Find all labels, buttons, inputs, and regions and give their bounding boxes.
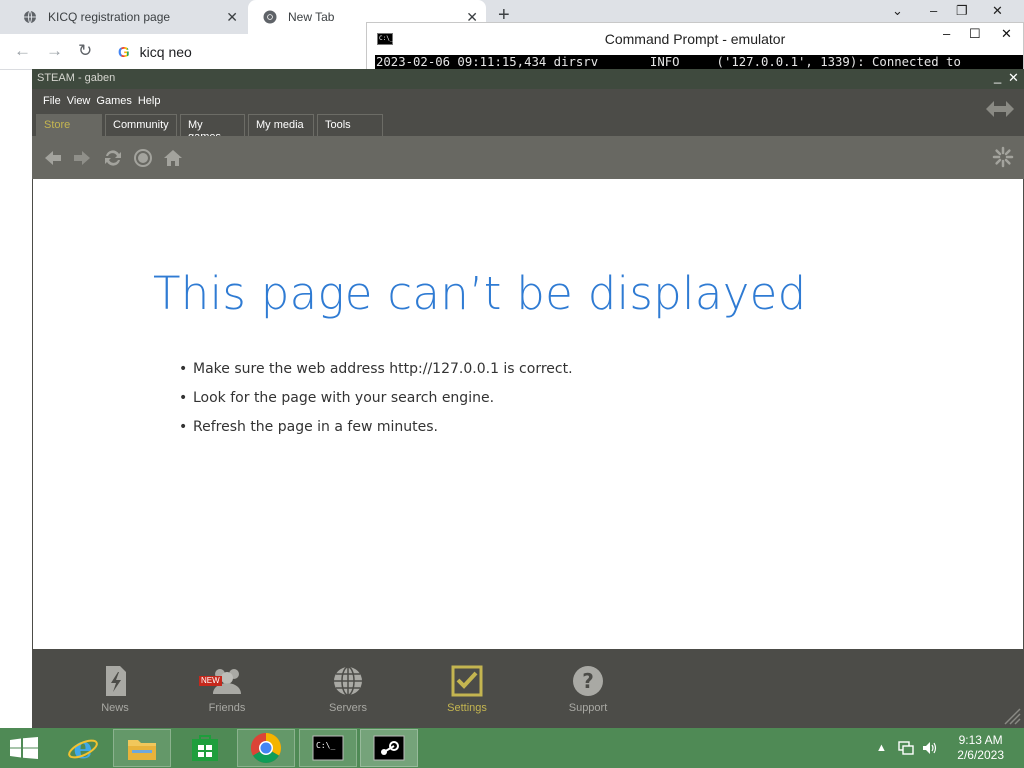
loading-spinner-icon [992, 146, 1014, 168]
minimize-icon[interactable]: – [930, 3, 937, 18]
chrome-icon [250, 733, 282, 764]
minimize-icon[interactable]: _ [994, 69, 1001, 84]
globe-icon [334, 666, 362, 696]
new-badge: NEW [199, 676, 222, 686]
command-prompt-window[interactable]: C:\_ Command Prompt - emulator – ☐ ✕ 202… [366, 22, 1024, 70]
chrome-icon [262, 9, 278, 25]
svg-text:e: e [73, 732, 92, 764]
windows-start-icon[interactable] [10, 737, 38, 759]
menu-file[interactable]: File [43, 95, 61, 107]
help-icon: ? [573, 666, 603, 696]
tab-label: New Tab [288, 10, 335, 24]
system-clock[interactable]: 9:13 AM 2/6/2023 [957, 733, 1004, 763]
steam-window: STEAM - gaben _ ✕ File View Games Help S… [32, 69, 1024, 728]
restore-icon[interactable]: ❐ [956, 3, 968, 19]
google-icon: G [118, 43, 130, 61]
minimize-icon[interactable]: – [943, 26, 950, 41]
nav-settings[interactable]: Settings [427, 664, 507, 714]
checkbox-icon [451, 665, 483, 697]
svg-text:?: ? [582, 669, 594, 693]
show-hidden-icons[interactable]: ▲ [876, 728, 887, 768]
steam-taskbar-button[interactable] [360, 729, 418, 767]
refresh-icon[interactable] [103, 148, 123, 168]
suggestion-item: • Look for the page with your search engi… [179, 390, 495, 406]
steam-title: STEAM - gaben [37, 72, 116, 84]
steam-icon [373, 735, 405, 761]
cmd-title: Command Prompt - emulator [604, 31, 786, 47]
tab-store[interactable]: Store [36, 114, 102, 136]
folder-icon [128, 740, 156, 760]
steam-menubar: File View Games Help [32, 89, 1024, 113]
close-icon[interactable]: ✕ [1008, 70, 1019, 86]
address-bar[interactable]: G kicq neo [108, 38, 408, 66]
browser-nav-bar [32, 136, 1024, 179]
volume-icon[interactable] [922, 741, 938, 755]
menu-games[interactable]: Games [96, 95, 131, 107]
nav-news[interactable]: News [75, 664, 155, 714]
steam-bottom-nav: News NEW Friends Servers Settings ? Supp… [32, 650, 1024, 728]
chrome-tab-kicq[interactable]: KICQ registration page ✕ [8, 0, 246, 34]
tab-tools[interactable]: Tools [317, 114, 383, 136]
address-value: kicq neo [139, 44, 192, 60]
suggestion-item: • Make sure the web address http://127.0.… [179, 361, 573, 377]
forward-icon[interactable]: → [46, 41, 63, 61]
file-explorer-button[interactable] [113, 729, 171, 767]
globe-icon [22, 9, 38, 25]
cmd-output: 2023-02-06 09:11:15,434 dirsrv INFO ('12… [375, 55, 1023, 69]
close-icon[interactable]: ✕ [992, 3, 1003, 19]
cmd-titlebar[interactable]: C:\_ Command Prompt - emulator – ☐ ✕ [367, 23, 1023, 55]
close-icon[interactable]: ✕ [1001, 26, 1012, 42]
back-icon[interactable]: ← [14, 41, 31, 61]
browser-content: This page can’t be displayed • Make sure … [33, 179, 1023, 649]
menu-view[interactable]: View [67, 95, 91, 107]
tab-my-games[interactable]: My games [180, 114, 245, 143]
steam-tabs: Store Community My games My media Tools [36, 114, 386, 143]
taskbar: e C:\_ ▲ 9:13 AM 2/6/2023 [0, 728, 1024, 768]
home-icon[interactable] [163, 148, 183, 168]
command-prompt-button[interactable]: C:\_ [299, 729, 357, 767]
steam-titlebar[interactable]: STEAM - gaben _ ✕ [32, 69, 1024, 89]
clock-time: 9:13 AM [958, 733, 1003, 747]
close-tab-icon[interactable]: ✕ [226, 9, 238, 26]
nav-support[interactable]: ? Support [548, 664, 628, 714]
svg-text:C:\_: C:\_ [316, 741, 335, 750]
store-icon [192, 735, 218, 761]
clock-date: 2/6/2023 [957, 748, 1004, 762]
forward-arrow-icon[interactable] [72, 148, 92, 168]
error-suggestions: • Make sure the web address http://127.0.… [179, 361, 573, 448]
swap-arrows-icon[interactable] [984, 97, 1016, 121]
news-icon [106, 666, 126, 696]
menu-help[interactable]: Help [138, 95, 161, 107]
chevron-down-icon[interactable]: ⌄ [892, 3, 903, 19]
tab-community[interactable]: Community [105, 114, 177, 136]
nav-friends[interactable]: NEW Friends [187, 664, 267, 714]
maximize-icon[interactable]: ☐ [969, 26, 981, 42]
store-button[interactable] [176, 729, 234, 767]
reload-icon[interactable]: ↻ [78, 41, 92, 61]
network-icon[interactable] [898, 741, 914, 755]
suggestion-item: • Refresh the page in a few minutes. [179, 419, 438, 435]
resize-grip-icon[interactable] [1003, 707, 1021, 725]
back-arrow-icon[interactable] [43, 148, 63, 168]
error-title: This page can’t be displayed [153, 267, 807, 320]
chrome-taskbar-button[interactable] [237, 729, 295, 767]
command-prompt-icon: C:\_ [312, 735, 344, 761]
internet-explorer-icon: e [68, 732, 98, 764]
tab-my-media[interactable]: My media [248, 114, 314, 136]
internet-explorer-button[interactable]: e [54, 729, 112, 767]
nav-servers[interactable]: Servers [308, 664, 388, 714]
tab-label: KICQ registration page [48, 10, 171, 24]
stop-icon[interactable] [133, 148, 153, 168]
